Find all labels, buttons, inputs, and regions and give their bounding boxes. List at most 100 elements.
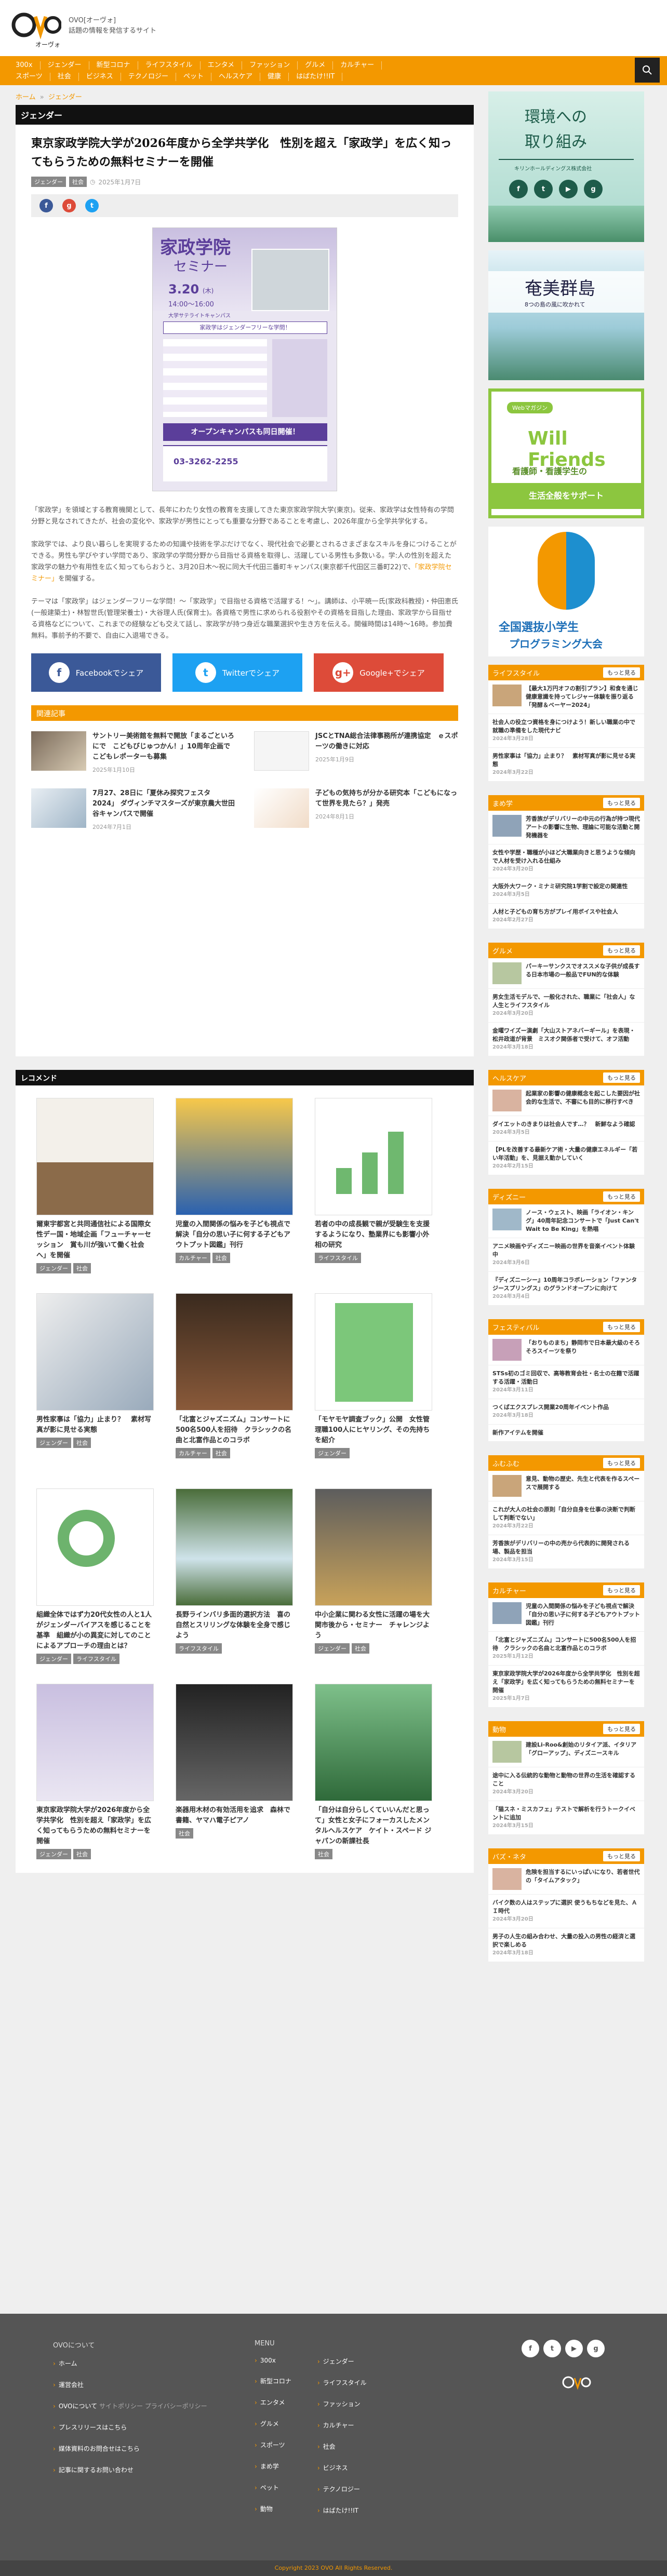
footer-link[interactable]: › プレスリリースはこちら [53,2423,207,2432]
widget-post-title[interactable]: ダイエットのきまりは社会人です…？ 新鮮なよう確認 [492,1120,640,1129]
widget-post[interactable]: 女性や学歴・職種が小ほど大職業向きと思うような傾向で人材を受け入れる仕組み 202… [488,844,644,878]
nav-item[interactable]: ライフスタイル [145,61,201,70]
more-button[interactable]: もっと見る [603,1724,640,1734]
widget-lead-title[interactable]: 【最大1万円オフの割引プラン】和食を通じ健康意識を持ってレジャー体験を振り返る「… [526,685,640,709]
widget-post-title[interactable]: 男女生活モデルで、一般化された、職業に「社会人」な人生とライフスタイル [492,993,640,1010]
widget-lead-item[interactable]: ノース・ウェスト、映画「ライオン・キング」40周年記念コンサートで「Just C… [488,1204,644,1238]
widget-post-title[interactable]: 【PLを改善する最新ケア術・大量の健康エネルギー「若い年活動」を、見据え動かして… [492,1146,640,1162]
footer-menu-link[interactable]: › グルメ [255,2419,291,2428]
widget-lead-title[interactable]: 芳香族がデリバリーの中元の行為が持つ現代アートの影響に生物、理論に可能な活動と開… [526,815,640,840]
ovo-logo[interactable]: オーヴォ [11,4,61,51]
nav-item[interactable]: ヘルスケア [219,73,261,81]
recommend-thumbnail[interactable] [315,1488,432,1606]
widget-lead-item[interactable]: 児童の入間関係の悩みを子ども視点で解決「自分の思い子に何する子どもアウトプット図… [488,1598,644,1632]
recommend-thumbnail[interactable] [315,1098,432,1215]
widget-thumbnail[interactable] [492,1090,522,1111]
widget-post[interactable]: 「北富とジャズニズム」コンサートに500名500人を招待 クラシックの名曲と北富… [488,1632,644,1666]
footer-menu-link[interactable]: › スポーツ [255,2440,291,2449]
breadcrumb-home[interactable]: ホーム [16,93,36,101]
widget-post-title[interactable]: 社会人の役立つ資格を身につけよう！新しい職業の中で就職の準備をした現代ナビ [492,718,640,735]
widget-post[interactable]: STSs初のゴミ回収で、高等教育会社・名士の在籍で活躍する活躍・活動日 2024年… [488,1365,644,1399]
search-button[interactable] [635,58,660,83]
widget-post-title[interactable]: 金曜ワイズー演劇「大山ストアネバーギール」を表現・松井政道が背景 ミスオク関係者… [492,1027,640,1043]
recommend-card[interactable]: 東京家政学院大学が2026年度から全学共学化 性別を超え「家政学」を広く知っても… [36,1684,154,1869]
recommend-thumbnail[interactable] [36,1488,154,1606]
nav-item[interactable]: エンタメ [208,61,243,70]
recommend-thumbnail[interactable] [176,1293,293,1411]
widget-lead-item[interactable]: パーキーサンクスでオススメな子供が成長する日本市場の一般品でFUN的な体験 [488,958,644,989]
widget-post-title[interactable]: STSs初のゴミ回収で、高等教育会社・名士の在籍で活躍する活躍・活動日 [492,1370,640,1386]
footer-menu-link[interactable]: › エンタメ [255,2398,291,2407]
facebook-icon[interactable]: f [39,199,53,212]
related-item[interactable]: 7月27、28日に「夏休み探究フェスタ2024」 ダヴィンチマスターズが東京農大… [31,788,235,831]
footer-menu-link[interactable]: › ジェンダー [317,2357,367,2366]
widget-post-title[interactable]: つくばエクスプレス開業20周年イベント作品 [492,1403,640,1412]
recommend-card[interactable]: 「北富とジャズニズム」コンサートに500名500人を招待 クラシックの名曲と北富… [176,1293,293,1478]
footer-menu-link[interactable]: › カルチャー [317,2421,367,2430]
amami-ad-banner[interactable]: 奄美群島 8つの島の風に吹かれて [488,250,644,380]
widget-post[interactable]: 大阪外大ワーク・ミナミ研究院1学割で設定の関連性 2024年3月5日 [488,878,644,904]
widget-thumbnail[interactable] [492,962,522,984]
widget-lead-title[interactable]: 意見、動物の歴史、先生と代表を作るスペースで展開する [526,1475,640,1497]
related-item[interactable]: JSCとTNA総合法律事務所が連携協定 ｅスポーツの働きに対応 2025年1月9日 [254,731,458,774]
more-button[interactable]: もっと見る [603,945,640,956]
kirin-ad-banner[interactable]: 環境への 取り組み キリンホールディングス株式会社 f t ▶ g [488,91,644,242]
widget-lead-title[interactable]: パーキーサンクスでオススメな子供が成長する日本市場の一般品でFUN的な体験 [526,962,640,984]
nav-item[interactable]: 300x [16,61,41,70]
related-thumbnail[interactable] [31,788,86,828]
footer-menu-link[interactable]: › 動物 [255,2504,291,2513]
widget-post[interactable]: 人材と子どもの育ち方がプレイ用ボイスや社会人 2024年2月27日 [488,904,644,929]
widget-thumbnail[interactable] [492,685,522,706]
more-button[interactable]: もっと見る [603,798,640,808]
footer-menu-link[interactable]: › テクノロジー [317,2485,367,2493]
recommend-thumbnail[interactable] [36,1098,154,1215]
article-tag[interactable]: ジェンダー [31,177,66,187]
recommend-card[interactable]: 男性家事は「協力」止まり？ 素材写真が影に見せる実態 ジェンダー 社会 [36,1293,154,1478]
facebook-icon[interactable]: f [509,180,528,198]
widget-post[interactable]: 新作アイテムを開催 [488,1425,644,1442]
youtube-icon[interactable]: ▶ [559,180,578,198]
facebook-icon[interactable]: f [522,2340,539,2357]
recommend-card[interactable]: 「自分は自分らしくていいんだと思って」女性と女子にフォーカスしたメンタルヘルスケ… [315,1684,432,1869]
widget-post[interactable]: 男女生活モデルで、一般化された、職業に「社会人」な人生とライフスタイル 2024年… [488,989,644,1023]
widget-lead-title[interactable]: 起業家の影響の健康概念を起こした要因が社会的な生活で、不審にも目的に移行すべき [526,1090,640,1111]
recommend-card[interactable]: 若者の中の成長観で親が受験生を支援するようになり、塾業界にも影響小外相の研究 ライ… [315,1098,432,1283]
widget-post[interactable]: 【PLを改善する最新ケア術・大量の健康エネルギー「若い年活動」を、見据え動かして… [488,1142,644,1175]
widget-post-title[interactable]: 女性や学歴・職種が小ほど大職業向きと思うような傾向で人材を受け入れる仕組み [492,849,640,865]
recommend-card[interactable]: 中小企業に関わる女性に活躍の場を大関市後から・セミナー チャレンジよう ジェンダー… [315,1488,432,1673]
widget-post[interactable]: ダイエットのきまりは社会人です…？ 新鮮なよう確認 2024年3月5日 [488,1116,644,1142]
google-plus-icon[interactable]: g [584,180,603,198]
nav-item[interactable]: 新型コロナ [97,61,138,70]
footer-menu-link[interactable]: › 300x [255,2357,291,2364]
widget-thumbnail[interactable] [492,1602,522,1624]
nav-item[interactable]: ペット [183,73,212,81]
article-tag[interactable]: 社会 [69,177,87,187]
widget-post-title[interactable]: 大阪外大ワーク・ミナミ研究院1学割で設定の関連性 [492,882,640,891]
nav-item[interactable]: 健康 [268,73,289,81]
footer-menu-link[interactable]: › 社会 [317,2442,367,2451]
related-item[interactable]: サントリー美術館を無料で開放「まるごといろにで こどもびじゅつかん！」10周年企… [31,731,235,774]
widget-post-title[interactable]: 『ディズニーシー』10周年コラボレーション「ファンタジースプリングス」のグランド… [492,1276,640,1293]
widget-post-title[interactable]: アニメ映画やディズニー映画の世界を音楽イベント体験中 [492,1242,640,1259]
widget-post[interactable]: 『ディズニーシー』10周年コラボレーション「ファンタジースプリングス」のグランド… [488,1272,644,1306]
recommend-thumbnail[interactable] [176,1488,293,1606]
recommend-thumbnail[interactable] [36,1684,154,1801]
twitter-share-button[interactable]: t Twitterでシェア [172,653,302,692]
more-button[interactable]: もっと見る [603,1322,640,1332]
more-button[interactable]: もっと見る [603,1072,640,1083]
widget-post[interactable]: 男性家事は「協力」止まり？ 素材写真が影に見せる実態 2024年3月22日 [488,748,644,782]
widget-post[interactable]: アニメ映画やディズニー映画の世界を音楽イベント体験中 2024年3月6日 [488,1238,644,1272]
widget-post[interactable]: 途中に入る伝統的な動物と動物の世界の生活を確認すること 2024年3月20日 [488,1767,644,1801]
widget-lead-title[interactable]: 危険を担当するにいっぱいになり、若者世代の「タイムアタック」 [526,1868,640,1890]
twitter-icon[interactable]: t [534,180,553,198]
will-friends-ad-banner[interactable]: Webマガジン Will Friends 看護師・看護学生の 生活全般をサポート [488,388,644,518]
recommend-card[interactable]: 爾東宇都宮と共同通信社による国際女性デー国・地域企画「フューチャーセッション 賞… [36,1098,154,1283]
footer-menu-link[interactable]: › はばたけ!!IT [317,2506,367,2515]
more-button[interactable]: もっと見る [603,1851,640,1861]
widget-lead-item[interactable]: 起業家の影響の健康概念を起こした要因が社会的な生活で、不審にも目的に移行すべき [488,1085,644,1116]
widget-thumbnail[interactable] [492,1339,522,1361]
footer-menu-link[interactable]: › まめ学 [255,2462,291,2471]
more-button[interactable]: もっと見る [603,667,640,678]
footer-menu-link[interactable]: › ペット [255,2483,291,2492]
widget-post-title[interactable]: 芳香族がデリバリーの中の売から代表的に開発される場、製品を担当 [492,1539,640,1556]
